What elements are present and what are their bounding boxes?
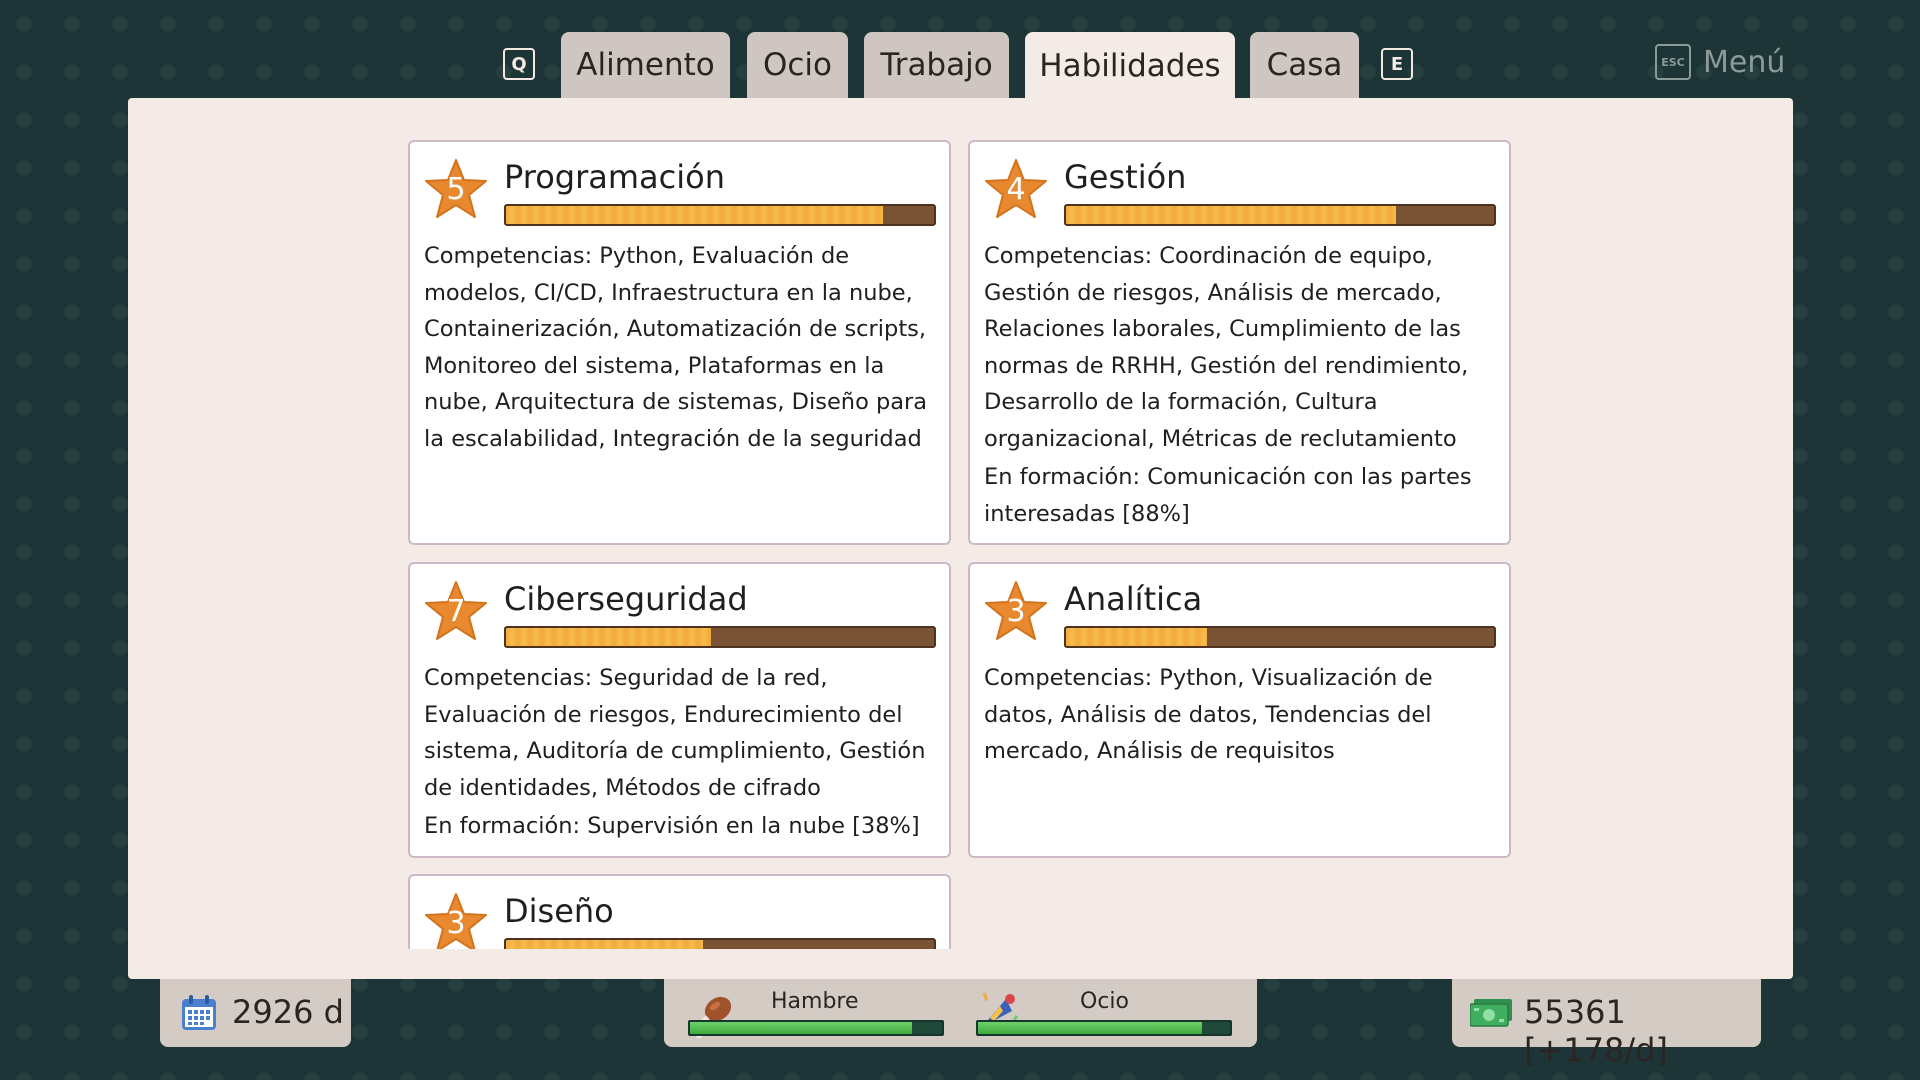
skill-progress-fill [1066, 628, 1208, 646]
money-counter: 55361 [+178/d] [1452, 979, 1761, 1069]
skill-description: Competencias: Coordinación de equipo, Ge… [984, 238, 1495, 532]
skill-competencias: Competencias: Python, Visualización de d… [984, 665, 1433, 764]
skill-progress-bar [1064, 204, 1496, 226]
skill-card-analitica: 3 Analítica Competencias: Python, Visual… [968, 562, 1511, 858]
prev-tab-key[interactable]: Q [503, 48, 535, 80]
tab-habilidades[interactable]: Habilidades [1025, 32, 1235, 100]
hunger-bar [688, 1020, 944, 1036]
leisure-label: Ocio [1080, 989, 1129, 1014]
skill-en-formacion: En formación: Comunicación con las parte… [984, 464, 1472, 527]
tab-ocio[interactable]: Ocio [747, 32, 848, 98]
skill-card-diseno: 3 Diseño [408, 874, 951, 949]
skill-progress-bar [504, 938, 936, 949]
leisure-bar [976, 1020, 1232, 1036]
skill-en-formacion: En formación: Supervisión en la nube [38… [424, 813, 920, 839]
star-icon: 5 [424, 158, 488, 220]
menu-label: Menú [1703, 44, 1786, 80]
skill-level: 5 [446, 172, 466, 207]
skill-progress-fill [506, 940, 703, 949]
money-value: 55361 [+178/d] [1524, 993, 1668, 1069]
needs-panel: Hambre Ocio [664, 979, 1257, 1047]
star-icon: 7 [424, 580, 488, 642]
day-counter: 2926 d [160, 979, 351, 1047]
skill-progress-bar [1064, 626, 1496, 648]
star-icon: 3 [984, 580, 1048, 642]
tab-trabajo[interactable]: Trabajo [864, 32, 1009, 98]
skill-level: 4 [1006, 172, 1026, 207]
skill-progress-bar [504, 626, 936, 648]
esc-key-icon: ESC [1655, 44, 1691, 80]
star-icon: 3 [424, 892, 488, 949]
skill-description: Competencias: Python, Evaluación de mode… [424, 238, 935, 457]
tab-alimento[interactable]: Alimento [561, 32, 730, 98]
skill-progress-bar [504, 204, 936, 226]
skills-panel: 5 Programación Competencias: Python, Eva… [128, 98, 1793, 979]
skill-level: 3 [1006, 594, 1026, 629]
calendar-icon [182, 995, 216, 1030]
leisure-bar-fill [978, 1022, 1203, 1034]
skill-description: Competencias: Seguridad de la red, Evalu… [424, 660, 935, 845]
skill-progress-fill [506, 628, 712, 646]
tab-casa[interactable]: Casa [1250, 32, 1359, 98]
skill-competencias: Competencias: Python, Evaluación de mode… [424, 243, 928, 452]
menu-button[interactable]: ESC Menú [1655, 44, 1785, 80]
skill-name: Diseño [504, 892, 614, 930]
skill-progress-fill [1066, 206, 1396, 224]
skill-name: Programación [504, 158, 725, 196]
star-icon: 4 [984, 158, 1048, 220]
skill-card-ciberseguridad: 7 Ciberseguridad Competencias: Seguridad… [408, 562, 951, 858]
skill-description: Competencias: Python, Visualización de d… [984, 660, 1495, 770]
skill-level: 3 [446, 906, 466, 941]
next-tab-key[interactable]: E [1381, 48, 1413, 80]
cash-icon [1470, 999, 1512, 1027]
skill-competencias: Competencias: Seguridad de la red, Evalu… [424, 665, 926, 801]
skill-card-programacion: 5 Programación Competencias: Python, Eva… [408, 140, 951, 545]
hunger-label: Hambre [771, 989, 859, 1014]
skill-card-gestion: 4 Gestión Competencias: Coordinación de … [968, 140, 1511, 545]
skill-competencias: Competencias: Coordinación de equipo, Ge… [984, 243, 1469, 452]
skill-name: Gestión [1064, 158, 1187, 196]
hunger-bar-fill [690, 1022, 912, 1034]
skills-list[interactable]: 5 Programación Competencias: Python, Eva… [408, 140, 1516, 949]
skill-level: 7 [446, 594, 466, 629]
days-value: 2926 d [232, 993, 344, 1031]
skill-progress-fill [506, 206, 883, 224]
skill-name: Analítica [1064, 580, 1203, 618]
skill-name: Ciberseguridad [504, 580, 748, 618]
